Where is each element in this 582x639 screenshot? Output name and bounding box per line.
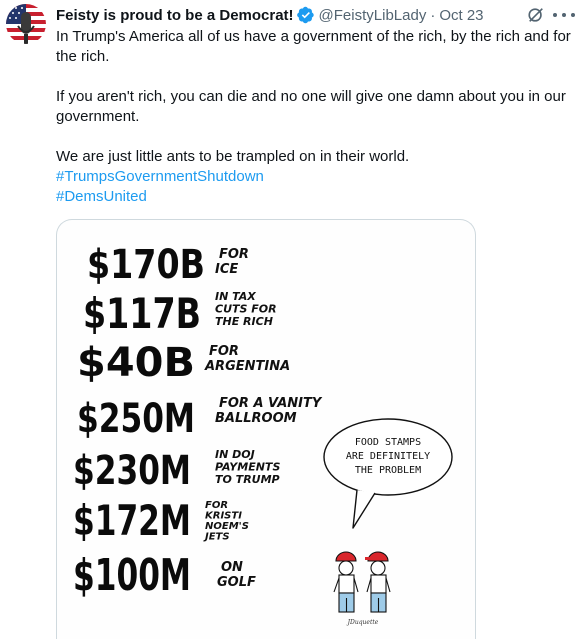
cartoon-amount: $170B xyxy=(87,242,205,288)
post-date[interactable]: Oct 23 xyxy=(439,7,483,24)
cartoon-signature: JDuquette xyxy=(346,619,379,626)
verified-badge-icon xyxy=(296,6,314,24)
grok-icon[interactable] xyxy=(527,6,545,24)
cartoon-caption-line: IN TAX xyxy=(215,290,256,303)
tweet-line: We are just little ants to be trampled o… xyxy=(56,148,410,165)
cartoon-caption-line: ON xyxy=(221,560,243,575)
cartoon-caption-line: JETS xyxy=(203,532,230,543)
cartoon-caption-line: THE RICH xyxy=(215,315,273,328)
flag-avatar-icon[interactable] xyxy=(6,4,46,44)
cartoon-figure-left xyxy=(333,551,359,613)
tweet-line: If you aren't rich, you can die and no o… xyxy=(56,88,566,125)
hashtag-link[interactable]: #TrumpsGovernmentShutdown xyxy=(56,168,264,185)
cartoon-caption-line: CUTS FOR xyxy=(215,303,277,316)
author-name[interactable]: Feisty is proud to be a Democrat! xyxy=(56,7,294,24)
cartoon-caption-line: KRISTI xyxy=(205,511,242,522)
tweet-line: In Trump's America all of us have a gove… xyxy=(56,28,571,65)
tweet[interactable]: Feisty is proud to be a Democrat! @Feist… xyxy=(0,0,582,639)
cartoon-caption-line: GOLF xyxy=(217,575,256,590)
author-handle[interactable]: @FeistyLibLady xyxy=(319,7,427,24)
cartoon-caption-line: NOEM'S xyxy=(205,521,249,532)
cartoon-caption-line: FOR xyxy=(219,247,249,262)
cartoon-image[interactable]: $170B $117B $40B $250M $230M $172M $100M FOR IC… xyxy=(56,219,476,639)
cartoon-amount: $100M xyxy=(73,550,191,601)
speech-line: ARE DEFINITELY xyxy=(346,451,430,462)
cartoon-caption-line: IN DOJ xyxy=(215,448,255,461)
cartoon-amount: $230M xyxy=(73,448,191,494)
cartoon-caption-line: ARGENTINA xyxy=(204,359,290,374)
cartoon-caption-line: ICE xyxy=(215,262,238,277)
cartoon-amounts: $170B$117B$40B $250M $230M$172M $100M xyxy=(73,242,205,601)
cartoon-captions: FORICEIN TAXCUTS FORTHE RICHFORARGENTINA… xyxy=(203,247,323,590)
separator-dot: · xyxy=(430,6,436,24)
cartoon-caption-line: PAYMENTS xyxy=(215,461,280,474)
cartoon-caption-line: TO TRUMP xyxy=(215,473,280,486)
cartoon-caption-line: FOR xyxy=(205,500,228,511)
cartoon-amount: $250M xyxy=(77,396,195,442)
cartoon-caption-line: FOR A VANITY xyxy=(219,396,323,411)
speech-line: THE PROBLEM xyxy=(355,465,421,476)
cartoon-amount: $172M xyxy=(73,496,191,545)
cartoon-caption-line: FOR xyxy=(209,344,239,359)
tweet-header: Feisty is proud to be a Democrat! @Feist… xyxy=(56,5,484,25)
cartoon-amount: $117B xyxy=(83,289,201,338)
more-options-icon[interactable] xyxy=(553,6,575,24)
cartoon-amount: $40B xyxy=(77,340,195,386)
hashtag-link[interactable]: #DemsUnited xyxy=(56,188,147,205)
speech-line: FOOD STAMPS xyxy=(355,437,421,448)
tweet-text: In Trump's America all of us have a gove… xyxy=(56,27,576,207)
cartoon-figure-right xyxy=(365,551,391,613)
cartoon-caption-line: BALLROOM xyxy=(215,411,297,426)
speech-bubble: FOOD STAMPS ARE DEFINITELY THE PROBLEM xyxy=(323,418,453,529)
